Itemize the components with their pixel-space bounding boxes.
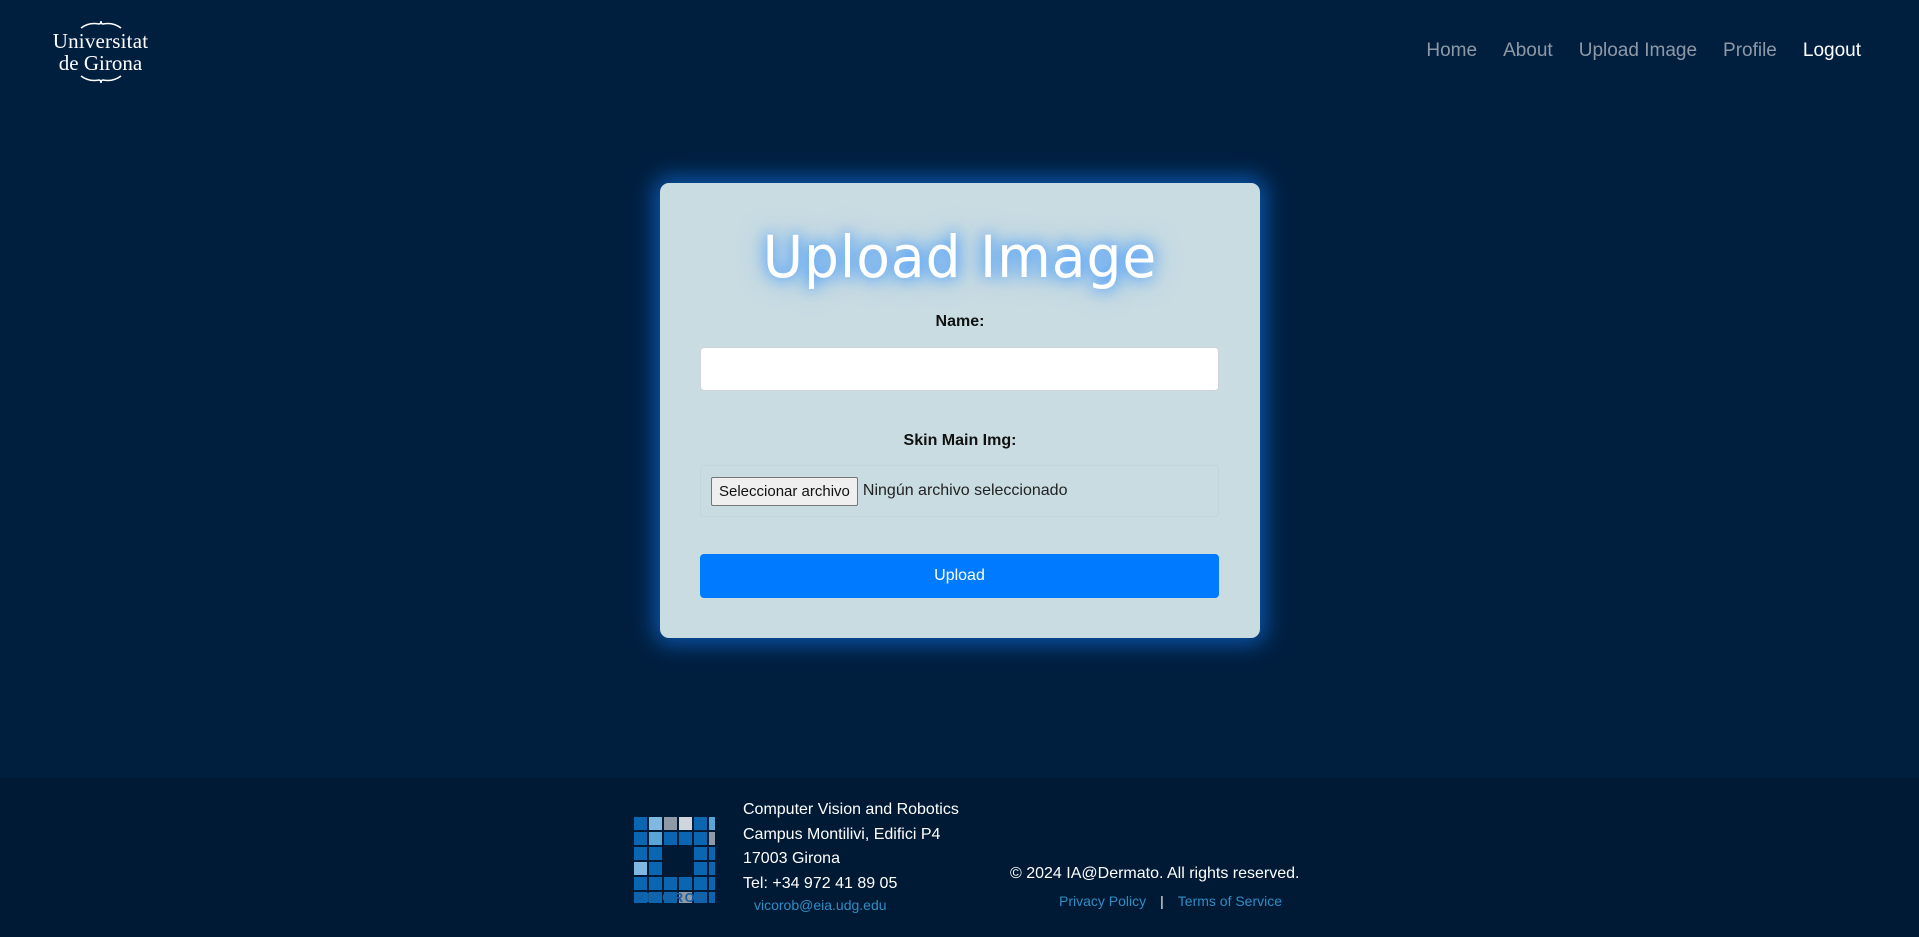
nav-home[interactable]: Home [1426, 40, 1477, 62]
logo-top-brace-icon [48, 20, 153, 30]
address-line: Tel: +34 972 41 89 05 [743, 874, 898, 892]
logo-line-1: Universitat [52, 29, 149, 53]
skin-main-img-label: Skin Main Img: [903, 432, 1017, 449]
nav-logout[interactable]: Logout [1803, 40, 1861, 62]
nav-upload-image[interactable]: Upload Image [1579, 40, 1697, 62]
universitat-de-girona-logo[interactable]: Universitat de Girona [48, 20, 153, 88]
file-status-text: Ningún archivo seleccionado [862, 482, 1068, 499]
main-nav: Home About Upload Image Profile Logout [1400, 40, 1861, 62]
page-title: Upload Image [762, 223, 1158, 291]
address-line: Computer Vision and Robotics [743, 801, 959, 818]
address-line: Campus Montilivi, Edifici P4 [743, 825, 941, 843]
email-link[interactable]: vicorob@eia.udg.edu [754, 897, 887, 913]
vicorob-logo-text: VICOROB [636, 890, 708, 905]
footer: VICOROB Computer Vision and Robotics Cam… [0, 778, 1919, 937]
copyright-text: © 2024 IA@Dermato. All rights reserved. [1010, 865, 1300, 882]
logo-bottom-brace-icon [48, 74, 153, 84]
terms-of-service-link[interactable]: Terms of Service [1178, 893, 1282, 909]
link-separator: | [1160, 893, 1164, 909]
logo-line-2: de Girona [58, 51, 143, 75]
nav-about[interactable]: About [1503, 40, 1553, 62]
choose-file-button[interactable]: Seleccionar archivo [711, 476, 858, 506]
upload-card: Upload Image Name: Skin Main Img: Selecc… [660, 183, 1260, 638]
footer-address: Computer Vision and Robotics Campus Mont… [743, 798, 959, 896]
file-input[interactable]: Seleccionar archivo Ningún archivo selec… [700, 465, 1219, 517]
name-input[interactable] [700, 347, 1219, 391]
footer-links: Privacy Policy | Terms of Service [1059, 893, 1282, 909]
privacy-policy-link[interactable]: Privacy Policy [1059, 893, 1146, 909]
name-label: Name: [935, 313, 985, 330]
upload-button[interactable]: Upload [700, 554, 1219, 598]
nav-profile[interactable]: Profile [1723, 40, 1777, 62]
address-line: 17003 Girona [743, 850, 840, 867]
